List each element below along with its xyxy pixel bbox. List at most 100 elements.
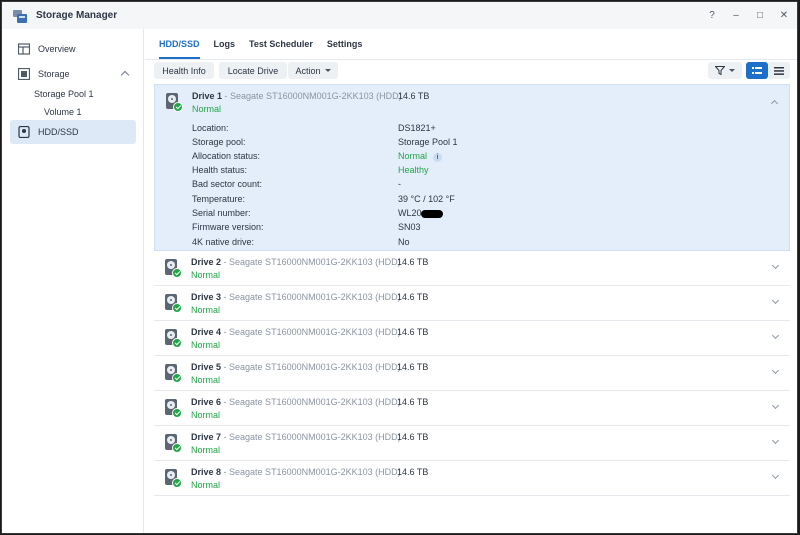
tabs-divider <box>145 59 797 60</box>
hdd-status-icon <box>165 329 182 349</box>
detail-value-firmware: SN03 <box>398 222 421 232</box>
drive-size: 14.6 TB <box>397 292 429 302</box>
storage-icon <box>18 68 30 80</box>
check-icon <box>172 373 182 383</box>
check-icon <box>172 478 182 488</box>
drive-name: Drive 3 <box>191 292 222 302</box>
detail-label-bad-sector: Bad sector count: <box>192 179 263 189</box>
health-info-button[interactable]: Health Info <box>154 62 214 79</box>
sidebar-item-storage-pool[interactable]: Storage Pool 1 <box>34 89 94 99</box>
hdd-status-icon <box>165 259 182 279</box>
sidebar-item-overview[interactable]: Overview <box>10 37 136 61</box>
chevron-down-icon[interactable] <box>771 331 780 340</box>
maximize-button[interactable]: □ <box>755 10 765 21</box>
list-detail-icon <box>752 66 762 74</box>
drive-status: Normal <box>191 410 221 420</box>
drive-item[interactable]: Drive 3 - Seagate ST16000NM001G-2KK103 (… <box>154 286 790 321</box>
allocation-text: Normal <box>398 151 428 161</box>
drive-status: Normal <box>191 305 221 315</box>
tab-test-scheduler[interactable]: Test Scheduler <box>249 39 313 59</box>
chevron-down-icon[interactable] <box>771 401 780 410</box>
drive-size: 14.6 TB <box>397 362 429 372</box>
caret-down-icon <box>324 69 331 72</box>
detail-label-4k-native: 4K native drive: <box>192 237 255 247</box>
minimize-button[interactable]: – <box>731 10 741 21</box>
check-icon <box>173 102 183 112</box>
detail-label-health: Health status: <box>192 165 248 175</box>
sidebar-item-volume[interactable]: Volume 1 <box>44 107 82 117</box>
drive-status: Normal <box>192 104 222 114</box>
drive-size: 14.6 TB <box>397 467 429 477</box>
redaction-mark <box>420 209 443 218</box>
drive-size: 14.6 TB <box>397 327 429 337</box>
hdd-status-icon <box>165 434 182 454</box>
hdd-status-icon <box>165 399 182 419</box>
detail-value-temperature: 39 °C / 102 °F <box>398 194 455 204</box>
tab-hdd-ssd[interactable]: HDD/SSD <box>159 39 200 59</box>
help-button[interactable]: ? <box>707 10 717 21</box>
detail-value-serial: WL20 <box>398 208 443 218</box>
hdd-status-icon <box>165 294 182 314</box>
drive-model: - Seagate ST16000NM001G-2KK103 (HDD) <box>222 91 402 101</box>
drive-name: Drive 2 <box>191 257 222 267</box>
drive-name: Drive 1 <box>192 91 223 101</box>
tab-logs[interactable]: Logs <box>214 39 236 59</box>
drive-model: - Seagate ST16000NM001G-2KK103 (HDD) <box>221 397 401 407</box>
drive-item[interactable]: Drive 4 - Seagate ST16000NM001G-2KK103 (… <box>154 321 790 356</box>
overview-icon <box>18 43 30 55</box>
drive-status: Normal <box>191 445 221 455</box>
drive-item[interactable]: Drive 2 - Seagate ST16000NM001G-2KK103 (… <box>154 251 790 286</box>
main-panel: HDD/SSD Logs Test Scheduler Settings Hea… <box>145 29 797 533</box>
detail-label-firmware: Firmware version: <box>192 222 264 232</box>
drive-item[interactable]: Drive 8 - Seagate ST16000NM001G-2KK103 (… <box>154 461 790 496</box>
info-icon[interactable]: i <box>433 153 443 162</box>
chevron-down-icon[interactable] <box>771 261 780 270</box>
detail-label-serial: Serial number: <box>192 208 251 218</box>
sidebar-item-label: HDD/SSD <box>38 127 79 137</box>
chevron-up-icon[interactable] <box>770 99 779 108</box>
drive-item[interactable]: Drive 6 - Seagate ST16000NM001G-2KK103 (… <box>154 391 790 426</box>
drive-name: Drive 5 <box>191 362 222 372</box>
card-view-button[interactable] <box>746 62 768 79</box>
detail-value-pool: Storage Pool 1 <box>398 137 458 147</box>
drive-status: Normal <box>191 480 221 490</box>
chevron-down-icon[interactable] <box>771 366 780 375</box>
drive-size: 14.6 TB <box>397 432 429 442</box>
filter-icon <box>715 66 725 75</box>
detail-label-temperature: Temperature: <box>192 194 246 204</box>
chevron-up-icon[interactable] <box>120 70 130 80</box>
drive-item[interactable]: Drive 7 - Seagate ST16000NM001G-2KK103 (… <box>154 426 790 461</box>
drive-size: 14.6 TB <box>397 397 429 407</box>
storage-manager-window: Storage Manager ? – □ ✕ Overview Storage… <box>1 1 798 534</box>
drive-model: - Seagate ST16000NM001G-2KK103 (HDD) <box>221 327 401 337</box>
drive-name: Drive 6 <box>191 397 222 407</box>
sidebar-item-storage[interactable]: Storage <box>10 62 136 86</box>
sidebar-item-hdd-ssd[interactable]: HDD/SSD <box>10 120 136 144</box>
list-view-button[interactable] <box>768 62 790 79</box>
drive-name: Drive 7 <box>191 432 222 442</box>
drive-model: - Seagate ST16000NM001G-2KK103 (HDD) <box>221 292 401 302</box>
detail-label-pool: Storage pool: <box>192 137 246 147</box>
drive-item[interactable]: Drive 5 - Seagate ST16000NM001G-2KK103 (… <box>154 356 790 391</box>
close-button[interactable]: ✕ <box>779 10 789 21</box>
detail-label-allocation: Allocation status: <box>192 151 261 161</box>
drive-name: Drive 4 <box>191 327 222 337</box>
tab-bar: HDD/SSD Logs Test Scheduler Settings <box>159 39 376 59</box>
filter-button[interactable] <box>708 62 742 79</box>
drive-model: - Seagate ST16000NM001G-2KK103 (HDD) <box>221 362 401 372</box>
drive-item[interactable]: Drive 1 - Seagate ST16000NM001G-2KK103 (… <box>154 84 790 251</box>
tab-settings[interactable]: Settings <box>327 39 363 59</box>
drive-list: Drive 1 - Seagate ST16000NM001G-2KK103 (… <box>154 84 790 496</box>
chevron-down-icon[interactable] <box>771 471 780 480</box>
window-title: Storage Manager <box>36 10 118 21</box>
hdd-icon <box>18 126 30 138</box>
chevron-down-icon[interactable] <box>771 436 780 445</box>
serial-text: WL20 <box>398 208 422 218</box>
chevron-down-icon[interactable] <box>771 296 780 305</box>
drive-model: - Seagate ST16000NM001G-2KK103 (HDD) <box>221 257 401 267</box>
hdd-status-icon <box>165 469 182 489</box>
drive-size: 14.6 TB <box>398 91 430 101</box>
locate-drive-button[interactable]: Locate Drive <box>219 62 287 79</box>
action-dropdown[interactable]: Action <box>288 62 338 79</box>
toolbar: Health Info Locate Drive Action <box>154 62 790 79</box>
